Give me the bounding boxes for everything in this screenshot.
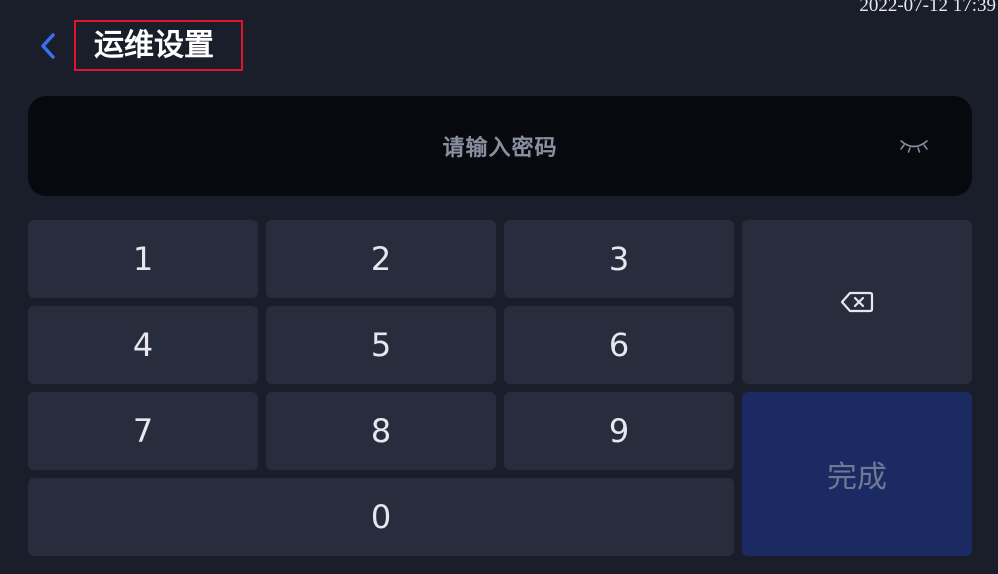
password-input[interactable]: 请输入密码: [28, 96, 972, 196]
key-6[interactable]: 6: [504, 306, 734, 384]
done-button[interactable]: 完成: [742, 392, 972, 556]
password-placeholder: 请输入密码: [442, 136, 558, 161]
key-9[interactable]: 9: [504, 392, 734, 470]
key-3[interactable]: 3: [504, 220, 734, 298]
key-2[interactable]: 2: [266, 220, 496, 298]
key-5[interactable]: 5: [266, 306, 496, 384]
key-0[interactable]: 0: [28, 478, 734, 556]
backspace-button[interactable]: [742, 220, 972, 384]
chevron-left-icon: [41, 33, 55, 59]
back-button[interactable]: [34, 28, 62, 64]
key-7[interactable]: 7: [28, 392, 258, 470]
backspace-icon: [840, 291, 874, 313]
visibility-toggle-button[interactable]: [898, 135, 930, 157]
page-title-highlight: 运维设置: [74, 20, 243, 71]
eye-closed-icon: [900, 140, 928, 153]
page-title: 运维设置: [94, 28, 214, 63]
key-4[interactable]: 4: [28, 306, 258, 384]
status-datetime: 2022-07-12 17:39: [859, 0, 996, 16]
key-1[interactable]: 1: [28, 220, 258, 298]
key-8[interactable]: 8: [266, 392, 496, 470]
